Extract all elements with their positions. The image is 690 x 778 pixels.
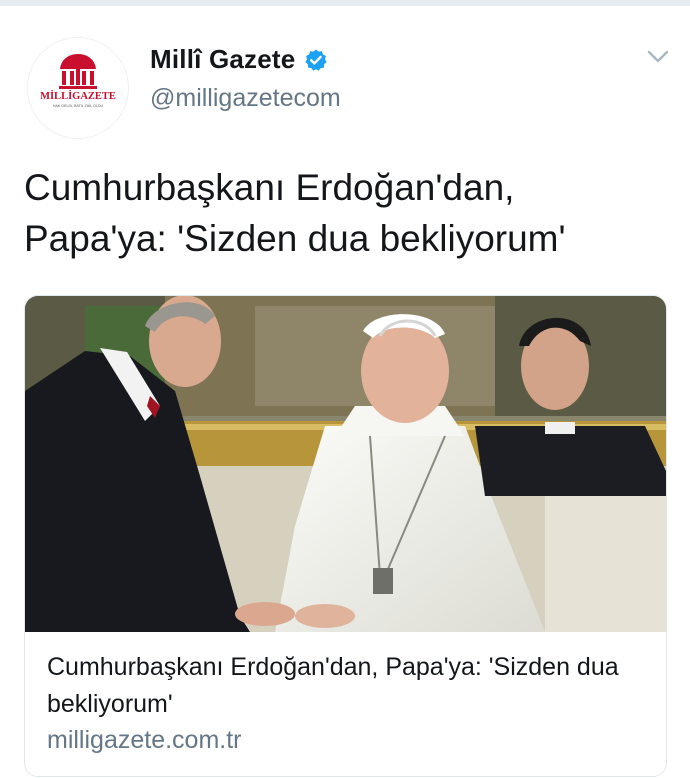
display-name-text[interactable]: Millî Gazete: [150, 44, 295, 75]
account-handle[interactable]: @milligazetecom: [150, 84, 341, 113]
card-domain[interactable]: milligazete.com.tr: [47, 726, 242, 755]
logo-wordmark: MİLLİGAZETE: [40, 90, 116, 102]
link-card[interactable]: Cumhurbaşkanı Erdoğan'dan, Papa'ya: 'Siz…: [24, 295, 667, 777]
chevron-down-icon[interactable]: [646, 48, 670, 66]
verified-badge-icon: [304, 48, 328, 72]
avatar[interactable]: MİLLİGAZETE HAK GELDİ, BATIL ZAİL OLDU: [28, 38, 128, 138]
card-image[interactable]: [25, 296, 666, 632]
logo-tagline: HAK GELDİ, BATIL ZAİL OLDU: [53, 103, 104, 108]
milli-gazete-logo: MİLLİGAZETE HAK GELDİ, BATIL ZAİL OLDU: [40, 54, 116, 108]
card-title[interactable]: Cumhurbaşkanı Erdoğan'dan, Papa'ya: 'Siz…: [47, 649, 647, 723]
display-name[interactable]: Millî Gazete: [150, 44, 328, 75]
tweet-text: Cumhurbaşkanı Erdoğan'dan, Papa'ya: 'Siz…: [24, 167, 566, 259]
top-divider: [0, 0, 690, 6]
